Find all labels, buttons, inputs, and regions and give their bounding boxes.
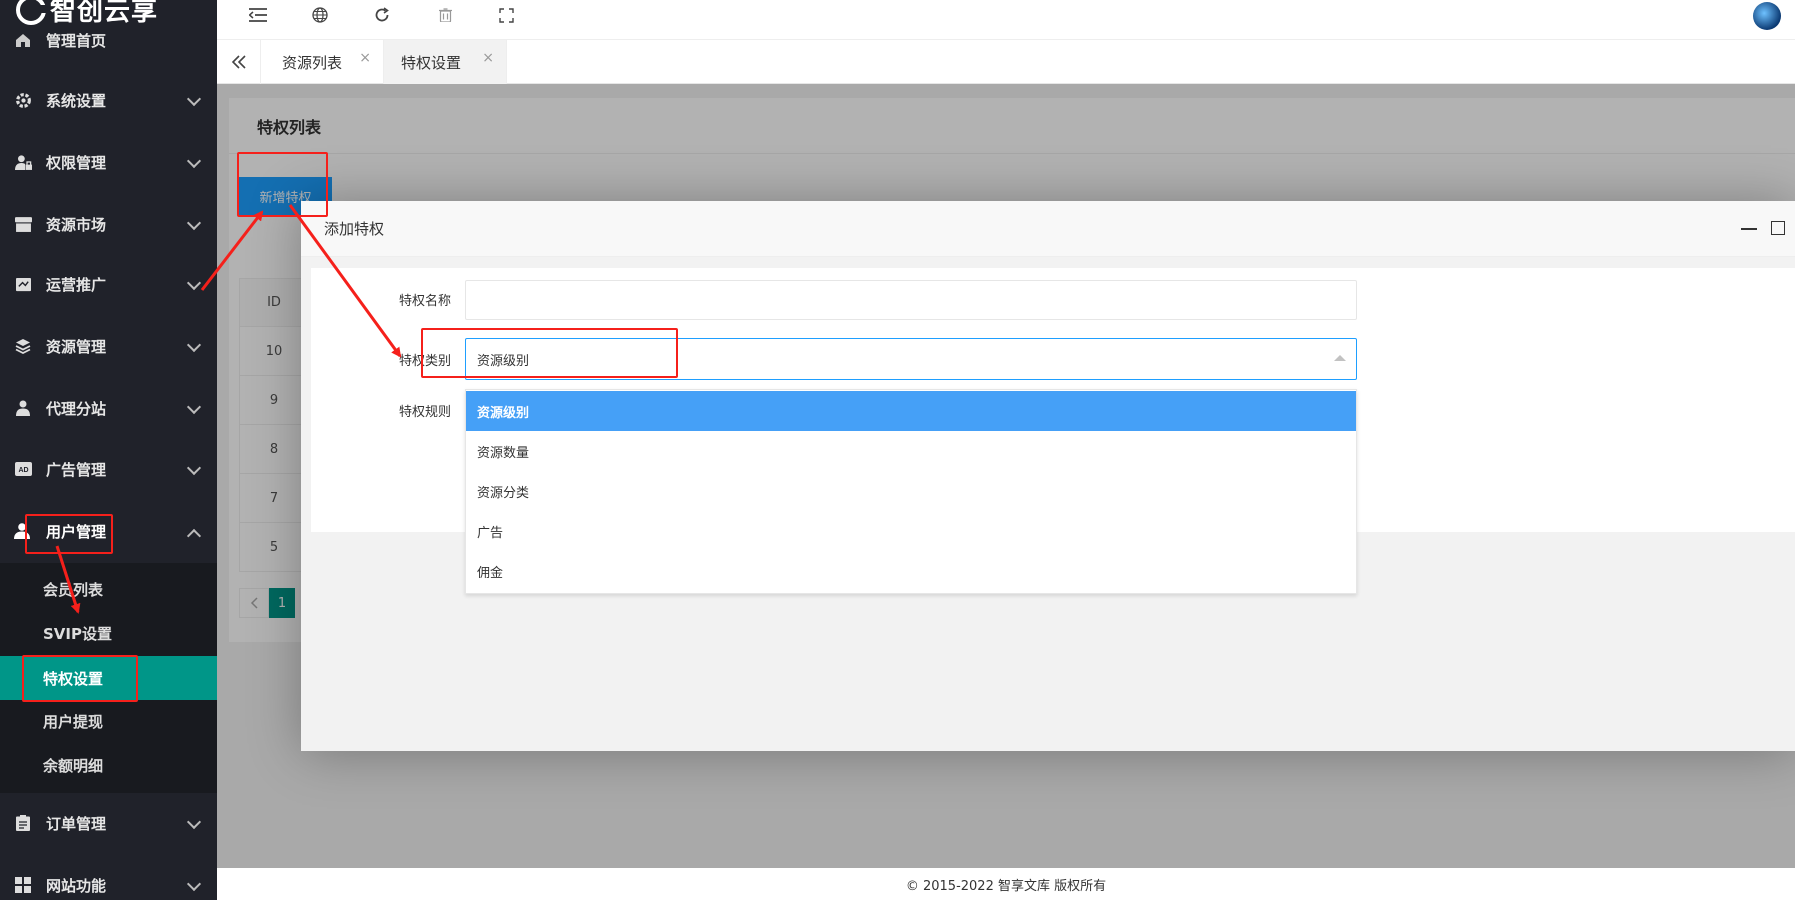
tab-scroll-left-icon[interactable] [217, 40, 261, 84]
chevron-down-icon [186, 337, 202, 353]
sidebar-item-label: 代理分站 [46, 399, 107, 418]
chevron-down-icon [186, 814, 202, 830]
submenu-item-svip[interactable]: SVIP设置 [0, 611, 217, 655]
type-dropdown: 资源级别 资源数量 资源分类 广告 佣金 [465, 389, 1357, 594]
close-icon[interactable]: × [359, 50, 371, 66]
sidebar-item-agent[interactable]: 代理分站 [0, 384, 217, 432]
modal-title: 添加特权 [324, 220, 385, 238]
chevron-down-icon [186, 91, 202, 107]
rule-label: 特权规则 [398, 405, 451, 420]
menu-fold-icon[interactable] [247, 4, 269, 26]
annotation-box-privilege [22, 655, 138, 702]
sidebar-item-label: 资源管理 [46, 337, 107, 356]
sidebar-item-ads[interactable]: AD 广告管理 [0, 445, 217, 493]
ad-icon: AD [14, 460, 32, 478]
layers-icon [14, 337, 32, 355]
logo-text: 智创云享 [50, 0, 159, 27]
footer: © 2015-2022 智享文库 版权所有 [217, 868, 1795, 900]
sidebar-item-resources[interactable]: 资源管理 [0, 322, 217, 370]
maximize-icon[interactable] [1771, 221, 1785, 235]
sidebar-item-label: 权限管理 [46, 153, 107, 172]
submenu-item-balance[interactable]: 余额明细 [0, 743, 217, 787]
chevron-down-icon [186, 460, 202, 476]
annotation-box-add [237, 152, 328, 217]
submenu-item-withdraw[interactable]: 用户提现 [0, 699, 217, 743]
modal-header: 添加特权 [301, 201, 1795, 257]
logo-icon [16, 0, 47, 25]
store-icon [14, 215, 32, 233]
globe-icon[interactable] [309, 4, 331, 26]
submenu-item-members[interactable]: 会员列表 [0, 567, 217, 611]
close-icon[interactable]: × [482, 50, 494, 66]
annotation-box-users [25, 514, 113, 554]
sidebar: 管理首页 智创云享 系统设置 权限管理 资源市场 运营推广 资源管理 代理分站 … [0, 0, 217, 900]
gear-icon [14, 91, 32, 109]
option-resource-category[interactable]: 资源分类 [466, 471, 1356, 511]
tab-label: 特权设置 [401, 53, 462, 72]
sidebar-item-label: 订单管理 [46, 814, 107, 833]
caret-up-icon [1334, 355, 1346, 361]
chevron-down-icon [186, 275, 202, 291]
chevron-up-icon [186, 528, 202, 544]
sidebar-item-site[interactable]: 网站功能 [0, 861, 217, 900]
privilege-name-input[interactable] [465, 280, 1357, 320]
sidebar-item-promotion[interactable]: 运营推广 [0, 260, 217, 308]
sidebar-item-label: 资源市场 [46, 215, 107, 234]
minimize-icon[interactable] [1741, 228, 1757, 230]
sidebar-item-label: 网站功能 [46, 876, 107, 895]
avatar[interactable] [1753, 2, 1781, 30]
annotation-box-type [421, 328, 678, 378]
option-commission[interactable]: 佣金 [466, 551, 1356, 591]
tab-bar: 资源列表 × 特权设置 × [217, 40, 1795, 84]
chevron-down-icon [186, 399, 202, 415]
clipboard-icon [14, 814, 32, 832]
name-label: 特权名称 [398, 294, 451, 309]
option-ads[interactable]: 广告 [466, 511, 1356, 551]
sidebar-item-label: 运营推广 [46, 275, 107, 294]
home-icon [14, 31, 32, 49]
sidebar-item-label: 广告管理 [46, 460, 107, 479]
refresh-icon[interactable] [371, 4, 393, 26]
fullscreen-icon[interactable] [495, 4, 517, 26]
chevron-down-icon [186, 876, 202, 892]
svg-text:AD: AD [18, 467, 28, 474]
sidebar-item-orders[interactable]: 订单管理 [0, 799, 217, 847]
sidebar-item-label: 管理首页 [46, 31, 107, 50]
option-resource-level[interactable]: 资源级别 [466, 391, 1356, 431]
top-toolbar [217, 0, 1795, 40]
grid-icon [14, 876, 32, 894]
sidebar-item-permission[interactable]: 权限管理 [0, 138, 217, 186]
sidebar-item-system[interactable]: 系统设置 [0, 76, 217, 124]
option-resource-count[interactable]: 资源数量 [466, 431, 1356, 471]
tab-privilege-settings[interactable]: 特权设置 × [384, 40, 507, 84]
agent-icon [14, 399, 32, 417]
chevron-down-icon [186, 215, 202, 231]
flag-icon [14, 275, 32, 293]
logo[interactable]: 智创云享 [0, 0, 217, 32]
sidebar-item-market[interactable]: 资源市场 [0, 200, 217, 248]
sidebar-item-label: 系统设置 [46, 91, 107, 110]
trash-icon[interactable] [434, 4, 456, 26]
tab-label: 资源列表 [282, 53, 343, 72]
tab-resource-list[interactable]: 资源列表 × [261, 40, 384, 84]
user-lock-icon [14, 153, 32, 171]
chevron-down-icon [186, 153, 202, 169]
